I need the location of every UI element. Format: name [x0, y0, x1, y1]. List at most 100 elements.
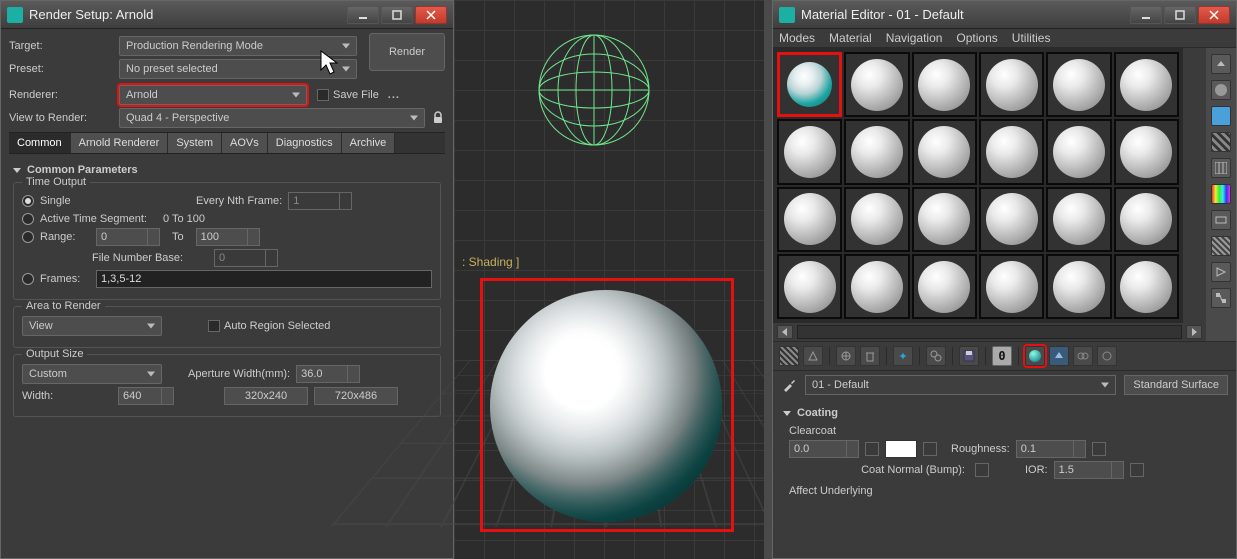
render-button[interactable]: Render: [369, 33, 445, 71]
maximize-button[interactable]: [1164, 6, 1196, 24]
maximize-button[interactable]: [381, 6, 413, 24]
swatch-scrollbar[interactable]: [773, 323, 1206, 341]
material-swatch[interactable]: [1046, 254, 1111, 319]
auto-region-checkbox[interactable]: [208, 320, 220, 332]
select-by-material-icon[interactable]: [1211, 262, 1231, 282]
backlight-icon[interactable]: [1211, 106, 1231, 126]
roughness-map-slot[interactable]: [1092, 442, 1106, 456]
aperture-input[interactable]: 36.0: [296, 365, 360, 383]
ior-input[interactable]: 1.5: [1054, 461, 1124, 479]
scroll-left-icon[interactable]: [777, 325, 793, 339]
material-swatch[interactable]: [844, 119, 909, 184]
minimize-button[interactable]: [347, 6, 379, 24]
delete-icon[interactable]: [860, 346, 880, 366]
material-swatch[interactable]: [979, 187, 1044, 252]
eyedropper-icon[interactable]: [781, 377, 797, 393]
tab-diagnostics[interactable]: Diagnostics: [268, 133, 342, 153]
show-end-result-icon[interactable]: [1025, 346, 1045, 366]
range-radio[interactable]: [22, 231, 34, 243]
material-swatch[interactable]: [1114, 52, 1179, 117]
material-swatch[interactable]: [777, 119, 842, 184]
get-material-icon[interactable]: [779, 346, 799, 366]
lock-icon[interactable]: [431, 111, 445, 125]
area-dropdown[interactable]: View: [22, 316, 162, 336]
material-swatch[interactable]: [777, 187, 842, 252]
material-title-bar[interactable]: Material Editor - 01 - Default: [773, 1, 1236, 29]
output-size-dropdown[interactable]: Custom: [22, 364, 162, 384]
material-swatch[interactable]: [777, 52, 842, 117]
frames-radio[interactable]: [22, 273, 34, 285]
ior-map-slot[interactable]: [1130, 463, 1144, 477]
clearcoat-map-slot[interactable]: [865, 442, 879, 456]
menu-modes[interactable]: Modes: [779, 31, 815, 45]
coat-normal-map-slot[interactable]: [975, 463, 989, 477]
frames-input[interactable]: [96, 270, 432, 288]
make-preview-icon[interactable]: [1211, 210, 1231, 230]
material-name-dropdown[interactable]: 01 - Default: [805, 375, 1116, 395]
sample-uv-icon[interactable]: [1211, 158, 1231, 178]
close-button[interactable]: [1198, 6, 1230, 24]
menu-options[interactable]: Options: [956, 31, 997, 45]
menu-material[interactable]: Material: [829, 31, 872, 45]
save-icon[interactable]: [959, 346, 979, 366]
file-base-input[interactable]: 0: [214, 249, 278, 267]
active-radio[interactable]: [22, 213, 34, 225]
tab-common[interactable]: Common: [9, 133, 71, 153]
clearcoat-color-swatch[interactable]: [885, 440, 917, 458]
go-to-parent-icon[interactable]: [1049, 346, 1069, 366]
material-swatch[interactable]: [1046, 119, 1111, 184]
viewport-shaded-sphere[interactable]: [490, 290, 722, 522]
size-preset-1-button[interactable]: 320x240: [224, 387, 308, 405]
go-forward-icon[interactable]: [1073, 346, 1093, 366]
material-swatch[interactable]: [844, 254, 909, 319]
background-icon[interactable]: [1211, 132, 1231, 152]
material-swatch[interactable]: [912, 187, 977, 252]
savefile-browse-button[interactable]: ...: [385, 89, 403, 101]
roughness-input[interactable]: 0.1: [1016, 440, 1086, 458]
sample-sphere-icon[interactable]: [1211, 80, 1231, 100]
material-map-navigator-icon[interactable]: [1211, 288, 1231, 308]
clearcoat-color-map-slot[interactable]: [923, 442, 937, 456]
go-to-sibling-icon[interactable]: [1097, 346, 1117, 366]
material-swatch[interactable]: [1046, 187, 1111, 252]
video-color-check-icon[interactable]: [1211, 184, 1231, 204]
render-title-bar[interactable]: Render Setup: Arnold: [1, 1, 453, 29]
assign-material-icon[interactable]: [836, 346, 856, 366]
material-swatch[interactable]: [1046, 52, 1111, 117]
view-dropdown[interactable]: Quad 4 - Perspective: [119, 108, 425, 128]
menu-navigation[interactable]: Navigation: [886, 31, 943, 45]
material-swatch[interactable]: [1114, 119, 1179, 184]
savefile-checkbox[interactable]: [317, 89, 329, 101]
put-to-scene-icon[interactable]: [803, 346, 823, 366]
every-nth-input[interactable]: 1: [288, 192, 352, 210]
material-swatch[interactable]: [979, 254, 1044, 319]
material-swatch[interactable]: [979, 52, 1044, 117]
wireframe-sphere[interactable]: [534, 30, 654, 150]
width-input[interactable]: 640: [118, 387, 174, 405]
close-button[interactable]: [415, 6, 447, 24]
range-to-input[interactable]: 100: [196, 228, 260, 246]
single-radio[interactable]: [22, 195, 34, 207]
scroll-up-icon[interactable]: [1211, 54, 1231, 74]
material-type-button[interactable]: Standard Surface: [1124, 375, 1228, 395]
material-id-icon[interactable]: 0: [992, 346, 1012, 366]
material-swatch[interactable]: [912, 52, 977, 117]
material-swatch[interactable]: [1114, 254, 1179, 319]
material-swatch[interactable]: [777, 254, 842, 319]
material-swatch[interactable]: [979, 119, 1044, 184]
menu-utilities[interactable]: Utilities: [1012, 31, 1051, 45]
options-icon[interactable]: [1211, 236, 1231, 256]
material-swatch[interactable]: [844, 52, 909, 117]
tab-system[interactable]: System: [168, 133, 222, 153]
renderer-dropdown[interactable]: Arnold: [119, 85, 307, 105]
put-to-library-icon[interactable]: [926, 346, 946, 366]
tab-aovs[interactable]: AOVs: [222, 133, 268, 153]
tab-arnold-renderer[interactable]: Arnold Renderer: [71, 133, 169, 153]
material-swatch[interactable]: [844, 187, 909, 252]
tab-archive[interactable]: Archive: [342, 133, 396, 153]
scroll-right-icon[interactable]: [1186, 325, 1202, 339]
material-swatch[interactable]: [1114, 187, 1179, 252]
coating-section-header[interactable]: Coating: [783, 407, 1226, 419]
range-from-input[interactable]: 0: [96, 228, 160, 246]
clearcoat-input[interactable]: 0.0: [789, 440, 859, 458]
